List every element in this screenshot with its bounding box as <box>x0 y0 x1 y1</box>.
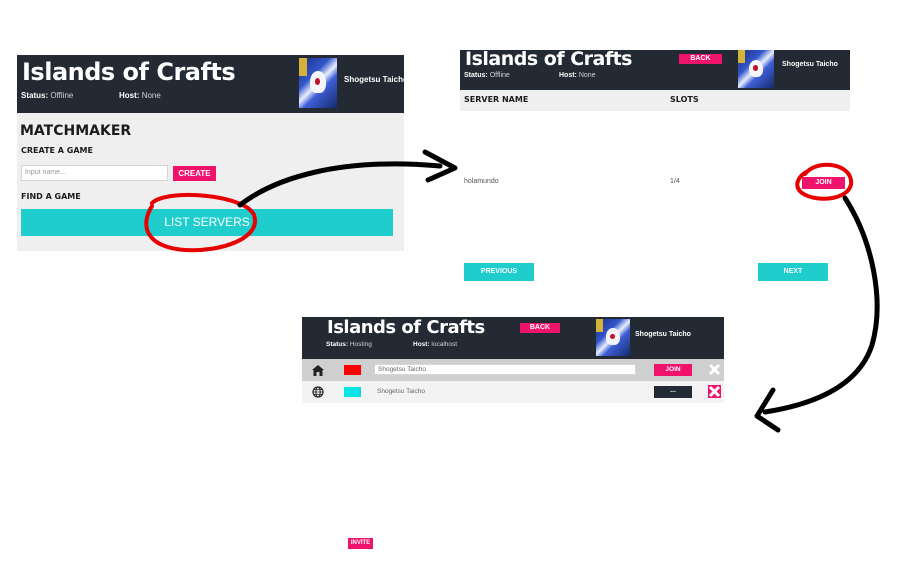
list-item: Shogetsu Taicho ... <box>302 381 724 403</box>
player-name-label: Shogetsu Taicho <box>377 388 425 395</box>
avatar <box>299 58 337 108</box>
username: Shogetsu Taicho <box>344 75 408 84</box>
back-button[interactable]: BACK <box>520 323 560 333</box>
lobby-panel: Islands of Crafts BACK Status: Hosting H… <box>302 317 724 403</box>
list-servers-button[interactable]: LIST SERVERS <box>21 209 393 236</box>
create-button[interactable]: CREATE <box>173 166 216 181</box>
column-header-row: SERVER NAME SLOTS <box>460 90 850 111</box>
matchmaker-heading: MATCHMAKER <box>20 123 132 139</box>
find-game-label: FIND A GAME <box>21 192 81 201</box>
status-text: Status: Offline <box>464 72 510 79</box>
header-bar: Islands of Crafts BACK Status: Offline H… <box>460 48 850 90</box>
game-name-input[interactable]: Input name... <box>21 165 168 181</box>
home-icon <box>312 365 324 376</box>
status-text: Status: Offline <box>21 91 74 100</box>
server-name-cell: holamundo <box>464 178 499 185</box>
join-server-button[interactable]: JOIN <box>802 177 845 189</box>
server-slots-cell: 1/4 <box>670 178 680 185</box>
arrow-head-annotation <box>422 149 458 183</box>
column-slots: SLOTS <box>670 95 699 104</box>
avatar <box>738 50 774 88</box>
host-text: Host: None <box>559 72 596 79</box>
header-bar: Islands of Crafts BACK Status: Hosting H… <box>302 317 724 359</box>
join-button[interactable]: JOIN <box>654 364 692 376</box>
player-color-swatch[interactable] <box>344 365 361 375</box>
arrow-head-annotation <box>754 387 781 433</box>
close-icon[interactable] <box>708 385 721 398</box>
status-text: Status: Hosting <box>326 341 372 348</box>
column-server-name: SERVER NAME <box>464 95 529 104</box>
username: Shogetsu Taicho <box>635 331 691 338</box>
table-row[interactable]: holamundo 1/4 JOIN <box>460 175 850 191</box>
app-title: Islands of Crafts <box>22 58 236 86</box>
next-button[interactable]: NEXT <box>758 263 828 281</box>
app-title: Islands of Crafts <box>465 48 633 70</box>
options-button[interactable]: ... <box>654 386 692 398</box>
avatar <box>596 319 630 356</box>
player-color-swatch[interactable] <box>344 387 361 397</box>
player-name-field[interactable]: Shogetsu Taicho <box>374 364 636 375</box>
close-icon[interactable] <box>708 363 721 376</box>
list-item: Shogetsu Taicho JOIN <box>302 359 724 381</box>
globe-icon <box>312 386 324 398</box>
app-title: Islands of Crafts <box>327 317 485 338</box>
host-text: Host: localhost <box>413 341 458 348</box>
create-game-label: CREATE A GAME <box>21 146 93 155</box>
server-list-panel: Islands of Crafts BACK Status: Offline H… <box>460 48 850 290</box>
previous-button[interactable]: PREVIOUS <box>464 263 534 281</box>
header-bar: Islands of Crafts Status: Offline Host: … <box>17 55 408 113</box>
matchmaker-panel: Islands of Crafts Status: Offline Host: … <box>17 55 408 251</box>
host-text: Host: None <box>119 91 161 100</box>
invite-button[interactable]: INVITE <box>348 538 373 549</box>
back-button[interactable]: BACK <box>679 54 722 64</box>
username: Shogetsu Taicho <box>782 61 838 68</box>
